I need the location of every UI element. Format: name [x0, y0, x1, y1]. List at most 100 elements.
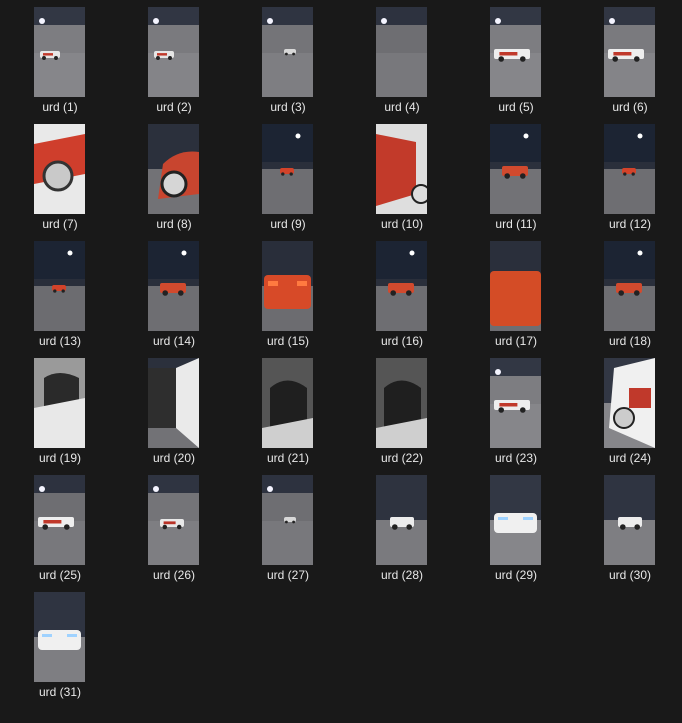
file-thumbnail[interactable] [148, 7, 199, 97]
file-item[interactable]: urd (20) [118, 351, 230, 465]
file-item[interactable]: urd (6) [574, 0, 682, 114]
file-item[interactable]: urd (9) [232, 117, 344, 231]
file-thumbnail[interactable] [34, 7, 85, 97]
file-name-label: urd (23) [494, 451, 538, 465]
thumbnail-image [148, 124, 199, 214]
file-item[interactable]: urd (3) [232, 0, 344, 114]
file-thumbnail[interactable] [604, 124, 655, 214]
thumbnail-image [34, 7, 85, 97]
file-item[interactable]: urd (23) [460, 351, 572, 465]
file-item[interactable]: urd (18) [574, 234, 682, 348]
thumbnail-image [262, 358, 313, 448]
file-thumbnail[interactable] [148, 475, 199, 565]
file-name-label: urd (12) [608, 217, 652, 231]
thumbnail-image [604, 241, 655, 331]
file-item[interactable]: urd (14) [118, 234, 230, 348]
file-item[interactable]: urd (22) [346, 351, 458, 465]
file-item[interactable]: urd (24) [574, 351, 682, 465]
file-thumbnail[interactable] [376, 475, 427, 565]
file-item[interactable]: urd (26) [118, 468, 230, 582]
file-item[interactable]: urd (2) [118, 0, 230, 114]
file-name-label: urd (24) [608, 451, 652, 465]
thumbnail-image [604, 358, 655, 448]
file-item[interactable]: urd (7) [4, 117, 116, 231]
file-name-label: urd (31) [38, 685, 82, 699]
file-item[interactable]: urd (15) [232, 234, 344, 348]
file-thumbnail[interactable] [376, 358, 427, 448]
thumbnail-image [490, 358, 541, 448]
thumbnail-image [262, 241, 313, 331]
file-item[interactable]: urd (31) [4, 585, 116, 699]
thumbnail-image [34, 241, 85, 331]
file-thumbnail[interactable] [376, 124, 427, 214]
file-thumbnail[interactable] [490, 241, 541, 331]
file-thumbnail[interactable] [148, 124, 199, 214]
file-thumbnail[interactable] [376, 7, 427, 97]
file-thumbnail[interactable] [262, 475, 313, 565]
file-thumbnail[interactable] [604, 475, 655, 565]
thumbnail-image [34, 475, 85, 565]
file-thumbnail[interactable] [148, 358, 199, 448]
file-item[interactable]: urd (27) [232, 468, 344, 582]
file-item[interactable]: urd (17) [460, 234, 572, 348]
file-thumbnail[interactable] [34, 592, 85, 682]
thumbnail-image [376, 475, 427, 565]
file-item[interactable]: urd (13) [4, 234, 116, 348]
file-thumbnail[interactable] [262, 124, 313, 214]
file-item[interactable]: urd (4) [346, 0, 458, 114]
file-thumbnail[interactable] [490, 7, 541, 97]
file-item[interactable]: urd (21) [232, 351, 344, 465]
file-item[interactable]: urd (8) [118, 117, 230, 231]
thumbnail-image [490, 475, 541, 565]
file-thumbnail[interactable] [376, 241, 427, 331]
file-name-label: urd (27) [266, 568, 310, 582]
file-thumbnail[interactable] [34, 241, 85, 331]
thumbnail-image [34, 124, 85, 214]
file-item[interactable]: urd (30) [574, 468, 682, 582]
file-thumbnail[interactable] [604, 241, 655, 331]
thumbnail-image [34, 358, 85, 448]
file-name-label: urd (10) [380, 217, 424, 231]
file-name-label: urd (2) [156, 100, 192, 114]
file-name-label: urd (22) [380, 451, 424, 465]
file-thumbnail[interactable] [490, 124, 541, 214]
file-item[interactable]: urd (16) [346, 234, 458, 348]
file-thumbnail[interactable] [148, 241, 199, 331]
file-grid: urd (1) urd (2) urd (3) urd (4) urd (5) urd (… [0, 0, 682, 723]
thumbnail-image [262, 124, 313, 214]
thumbnail-image [34, 592, 85, 682]
file-item[interactable]: urd (5) [460, 0, 572, 114]
thumbnail-image [148, 358, 199, 448]
file-thumbnail[interactable] [490, 358, 541, 448]
file-thumbnail[interactable] [34, 358, 85, 448]
thumbnail-image [262, 7, 313, 97]
file-thumbnail[interactable] [34, 124, 85, 214]
file-thumbnail[interactable] [262, 241, 313, 331]
file-name-label: urd (29) [494, 568, 538, 582]
file-item[interactable]: urd (29) [460, 468, 572, 582]
file-thumbnail[interactable] [604, 358, 655, 448]
thumbnail-image [262, 475, 313, 565]
thumbnail-image [376, 124, 427, 214]
file-thumbnail[interactable] [604, 7, 655, 97]
file-thumbnail[interactable] [490, 475, 541, 565]
file-name-label: urd (4) [384, 100, 420, 114]
file-item[interactable]: urd (19) [4, 351, 116, 465]
file-name-label: urd (18) [608, 334, 652, 348]
file-item[interactable]: urd (12) [574, 117, 682, 231]
thumbnail-image [490, 124, 541, 214]
file-item[interactable]: urd (25) [4, 468, 116, 582]
file-name-label: urd (7) [42, 217, 78, 231]
file-name-label: urd (19) [38, 451, 82, 465]
file-name-label: urd (21) [266, 451, 310, 465]
file-item[interactable]: urd (10) [346, 117, 458, 231]
file-item[interactable]: urd (11) [460, 117, 572, 231]
file-name-label: urd (26) [152, 568, 196, 582]
thumbnail-image [376, 7, 427, 97]
file-thumbnail[interactable] [262, 358, 313, 448]
thumbnail-image [490, 7, 541, 97]
file-item[interactable]: urd (1) [4, 0, 116, 114]
file-item[interactable]: urd (28) [346, 468, 458, 582]
file-thumbnail[interactable] [34, 475, 85, 565]
file-thumbnail[interactable] [262, 7, 313, 97]
